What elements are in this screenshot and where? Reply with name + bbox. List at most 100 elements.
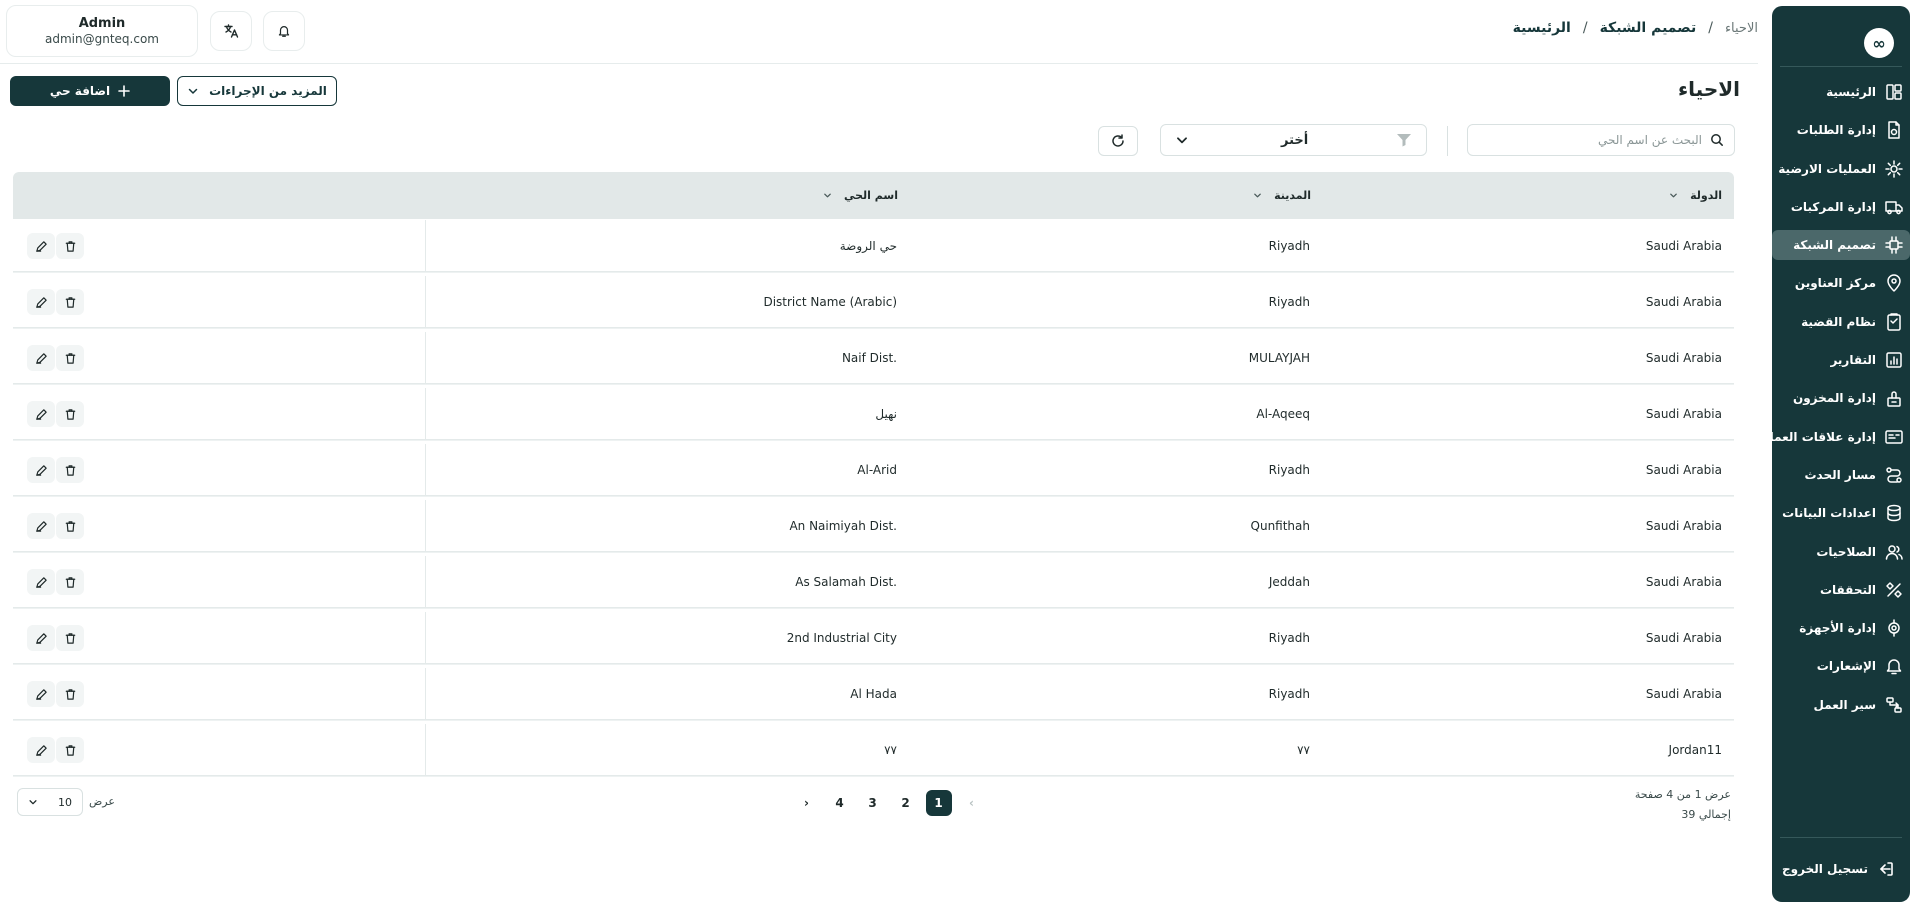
sort-chevron-icon <box>1254 193 1261 198</box>
delete-button[interactable] <box>56 401 84 427</box>
edit-button[interactable] <box>27 345 55 371</box>
user-email: admin@gnteq.com <box>45 31 159 46</box>
delete-button[interactable] <box>56 569 84 595</box>
user-menu[interactable]: Admin admin@gnteq.com <box>6 5 198 57</box>
cell-district: District Name (Arabic) <box>763 295 897 309</box>
breadcrumb: الرئيسية / تصميم الشبكة / الاحياء <box>1513 20 1758 36</box>
search-input[interactable] <box>1478 126 1702 154</box>
column-divider <box>425 276 426 328</box>
table-row[interactable]: Saudi Arabia MULAYJAH Naif Dist. <box>13 332 1734 384</box>
delete-button[interactable] <box>56 513 84 539</box>
column-header-country[interactable]: الدولة <box>1669 172 1722 219</box>
logo-icon[interactable]: ∞ <box>1864 28 1894 58</box>
delete-button[interactable] <box>56 681 84 707</box>
truck-icon <box>1885 201 1903 215</box>
delete-button[interactable] <box>56 289 84 315</box>
cell-district: ٧٧ <box>884 743 897 757</box>
column-divider <box>425 500 426 552</box>
sidebar-item[interactable]: العمليات الارضية <box>1772 154 1910 184</box>
page-count-text: عرض 1 من 4 صفحة <box>1634 788 1731 801</box>
table-row[interactable]: Saudi Arabia Riyadh Al-Arid <box>13 444 1734 496</box>
sidebar-item[interactable]: اعدادات البيانات <box>1772 498 1910 528</box>
page-button-2[interactable]: 2 <box>893 790 919 816</box>
edit-button[interactable] <box>27 289 55 315</box>
sidebar-item[interactable]: إدارة المركبات <box>1772 192 1910 222</box>
breadcrumb-home[interactable]: الرئيسية <box>1513 20 1571 36</box>
page-button-4[interactable]: 4 <box>827 790 853 816</box>
column-header-city[interactable]: المدينة <box>1253 172 1311 219</box>
edit-button[interactable] <box>27 681 55 707</box>
edit-icon <box>35 576 47 588</box>
devices-icon <box>1888 619 1900 637</box>
sidebar-item[interactable]: إدارة علاقات العملاء <box>1759 422 1910 452</box>
per-page-label: عرض <box>89 795 115 808</box>
sidebar-item[interactable]: الصلاحيات <box>1772 537 1910 567</box>
edit-button[interactable] <box>27 457 55 483</box>
edit-button[interactable] <box>27 737 55 763</box>
sidebar-item[interactable]: مسار الحدث <box>1772 460 1910 490</box>
sidebar-item[interactable]: مركز العناوين <box>1772 268 1910 298</box>
column-header-district[interactable]: اسم الحي <box>823 172 898 219</box>
edit-button[interactable] <box>27 233 55 259</box>
edit-button[interactable] <box>27 625 55 651</box>
table-row[interactable]: Saudi Arabia Riyadh 2nd Industrial City <box>13 612 1734 664</box>
delete-button[interactable] <box>56 737 84 763</box>
add-district-button[interactable]: اضافة حي <box>10 76 170 106</box>
sidebar-item[interactable]: إدارة الأجهزة <box>1772 613 1910 643</box>
refresh-icon <box>1112 134 1124 147</box>
sidebar-item[interactable]: سير العمل <box>1772 690 1910 720</box>
table-body: Saudi Arabia Riyadh حي الروضة Saudi Arabia R… <box>13 220 1734 780</box>
more-actions-button[interactable]: المزيد من الإجراءات <box>177 76 337 106</box>
trash-icon <box>65 296 75 308</box>
page-button-3[interactable]: 3 <box>860 790 886 816</box>
sidebar-item[interactable]: إدارة المخزون <box>1772 383 1910 413</box>
notifications-button[interactable] <box>263 11 305 51</box>
language-button[interactable] <box>210 11 252 51</box>
edit-button[interactable] <box>27 569 55 595</box>
logout-button[interactable]: تسجيل الخروج <box>1782 854 1900 884</box>
table-row[interactable]: Saudi Arabia Jeddah As Salamah Dist. <box>13 556 1734 608</box>
column-divider <box>425 668 426 720</box>
table-row[interactable]: Saudi Arabia Al-Aqeeq نهيل <box>13 388 1734 440</box>
sidebar-item[interactable]: تصميم الشبكة <box>1772 230 1910 261</box>
column-divider <box>425 332 426 384</box>
map-pin-icon <box>1887 274 1901 293</box>
delete-button[interactable] <box>56 233 84 259</box>
sidebar-item-label: إدارة الأجهزة <box>1799 621 1876 636</box>
sidebar-item[interactable]: إدارة الطلبات <box>1772 115 1910 145</box>
table-row[interactable]: Saudi Arabia Riyadh Al Hada <box>13 668 1734 720</box>
sidebar-item[interactable]: نظام القضية <box>1772 307 1910 337</box>
sidebar-item[interactable]: التحققات <box>1772 575 1910 605</box>
next-page-button[interactable]: › <box>794 790 820 816</box>
prev-page-button[interactable]: ‹ <box>959 790 985 816</box>
page-button-1[interactable]: 1 <box>925 790 952 816</box>
edit-button[interactable] <box>27 401 55 427</box>
breadcrumb-separator: / <box>1582 20 1588 36</box>
delete-button[interactable] <box>56 345 84 371</box>
sidebar-nav: الرئيسية إدارة الطلبات العمليات الارضية إدا… <box>1759 77 1910 728</box>
per-page-select[interactable]: 10 <box>17 788 83 816</box>
logout-icon <box>1880 862 1893 876</box>
sidebar-item[interactable]: الرئيسية <box>1772 77 1910 107</box>
sidebar-item[interactable]: الإشعارات <box>1772 651 1910 681</box>
delete-button[interactable] <box>56 457 84 483</box>
cell-district: Al Hada <box>850 687 897 701</box>
translate-icon <box>224 24 239 38</box>
filter-select[interactable]: أختر <box>1160 124 1427 156</box>
user-name: Admin <box>78 15 126 31</box>
table-row[interactable]: Saudi Arabia Riyadh حي الروضة <box>13 220 1734 272</box>
filter-icon <box>1397 134 1411 147</box>
page-title: الاحياء <box>1677 77 1740 101</box>
table-row[interactable]: Jordan11 ٧٧ ٧٧ <box>13 724 1734 776</box>
delete-button[interactable] <box>56 625 84 651</box>
refresh-button[interactable] <box>1098 126 1138 156</box>
cell-city: Riyadh <box>1268 463 1310 477</box>
pagination: › 4 3 2 1 ‹ <box>790 790 988 816</box>
breadcrumb-section[interactable]: تصميم الشبكة <box>1600 20 1697 36</box>
network-icon <box>1885 236 1903 254</box>
table-row[interactable]: Saudi Arabia Qunfithah An Naimiyah Dist. <box>13 500 1734 552</box>
edit-button[interactable] <box>27 513 55 539</box>
table-row[interactable]: Saudi Arabia Riyadh District Name (Arabic) <box>13 276 1734 328</box>
sidebar-item[interactable]: التقارير <box>1772 345 1910 375</box>
cell-city: Qunfithah <box>1250 519 1310 533</box>
